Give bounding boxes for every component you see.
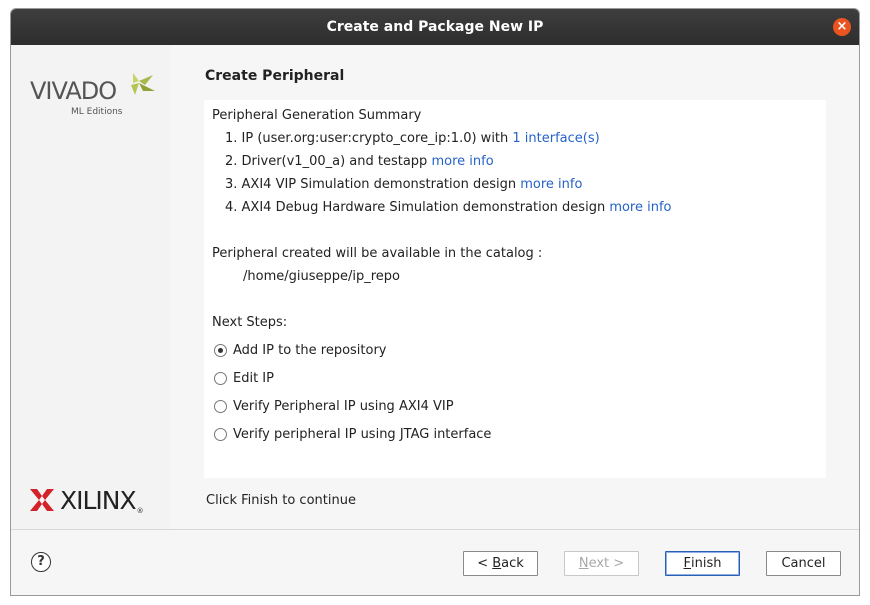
summary-item-text: 4. AXI4 Debug Hardware Simulation demons… [225,200,610,215]
next-step-edit-ip[interactable]: Edit IP [214,371,274,386]
summary-heading: Peripheral Generation Summary [212,108,422,123]
summary-panel: Peripheral Generation Summary 1. IP (use… [204,100,826,478]
next-step-label: Edit IP [233,371,274,386]
radio-unselected-icon[interactable] [214,372,227,385]
summary-item: 4. AXI4 Debug Hardware Simulation demons… [225,200,672,215]
summary-item: 1. IP (user.org:user:crypto_core_ip:1.0)… [225,131,600,146]
catalog-label: Peripheral created will be available in … [212,246,543,261]
next-step-label: Add IP to the repository [233,343,387,358]
radio-selected-icon[interactable] [214,344,227,357]
vip-more-info-link[interactable]: more info [520,177,582,192]
summary-item: 3. AXI4 VIP Simulation demonstration des… [225,177,582,192]
xilinx-logo: XILINX® [30,485,144,515]
page-title: Create Peripheral [205,68,345,84]
summary-item-text: 1. IP (user.org:user:crypto_core_ip:1.0)… [225,131,513,146]
next-mnemonic: N [578,556,589,571]
finish-mnemonic: F [683,556,691,571]
xilinx-registered: ® [136,506,144,515]
footer-hint: Click Finish to continue [206,493,356,508]
help-button[interactable]: ? [31,552,51,572]
button-bar: ? < Back Next > Finish Cancel [11,529,859,595]
vivado-logo: VIVADO ML Editions [30,71,155,117]
close-icon: × [836,19,848,34]
next-step-label: Verify peripheral IP using JTAG interfac… [233,427,492,442]
finish-rest: inish [691,556,722,571]
finish-button[interactable]: Finish [665,551,740,576]
interfaces-link[interactable]: 1 interface(s) [512,131,599,146]
xilinx-name: XILINX [60,485,137,515]
next-steps-label: Next Steps: [212,315,288,330]
vivado-leaf-icon [131,73,155,95]
back-prefix: < [477,556,489,571]
cancel-button[interactable]: Cancel [766,551,841,576]
catalog-path: /home/giuseppe/ip_repo [243,269,400,284]
summary-item: 2. Driver(v1_00_a) and testapp more info [225,154,494,169]
next-step-verify-jtag[interactable]: Verify peripheral IP using JTAG interfac… [214,427,491,442]
radio-unselected-icon[interactable] [214,400,227,413]
radio-unselected-icon[interactable] [214,428,227,441]
next-rest: ext > [588,556,625,571]
title-bar: Create and Package New IP × [11,9,859,45]
help-icon: ? [37,554,45,569]
sidebar: VIVADO ML Editions XILINX® [11,45,171,529]
vivado-wordmark: VIVADO [30,77,117,105]
debug-more-info-link[interactable]: more info [609,200,671,215]
summary-item-text: 3. AXI4 VIP Simulation demonstration des… [225,177,521,192]
window-title: Create and Package New IP [326,19,544,35]
next-button[interactable]: Next > [564,551,639,576]
back-button[interactable]: < Back [463,551,538,576]
vivado-edition: ML Editions [71,107,123,117]
close-button[interactable]: × [833,18,851,36]
next-step-verify-axi4-vip[interactable]: Verify Peripheral IP using AXI4 VIP [214,399,454,414]
back-rest: ack [501,556,524,571]
next-step-label: Verify Peripheral IP using AXI4 VIP [233,399,454,414]
back-mnemonic: B [492,556,502,571]
xilinx-wordmark: XILINX® [60,485,144,515]
driver-more-info-link[interactable]: more info [431,154,493,169]
xilinx-mark-icon [30,489,54,511]
content-area: Create Peripheral Peripheral Generation … [171,45,859,529]
dialog-window: Create and Package New IP × VIVADO ML Ed… [10,8,860,596]
next-step-add-ip[interactable]: Add IP to the repository [214,343,387,358]
summary-item-text: 2. Driver(v1_00_a) and testapp [225,154,432,169]
